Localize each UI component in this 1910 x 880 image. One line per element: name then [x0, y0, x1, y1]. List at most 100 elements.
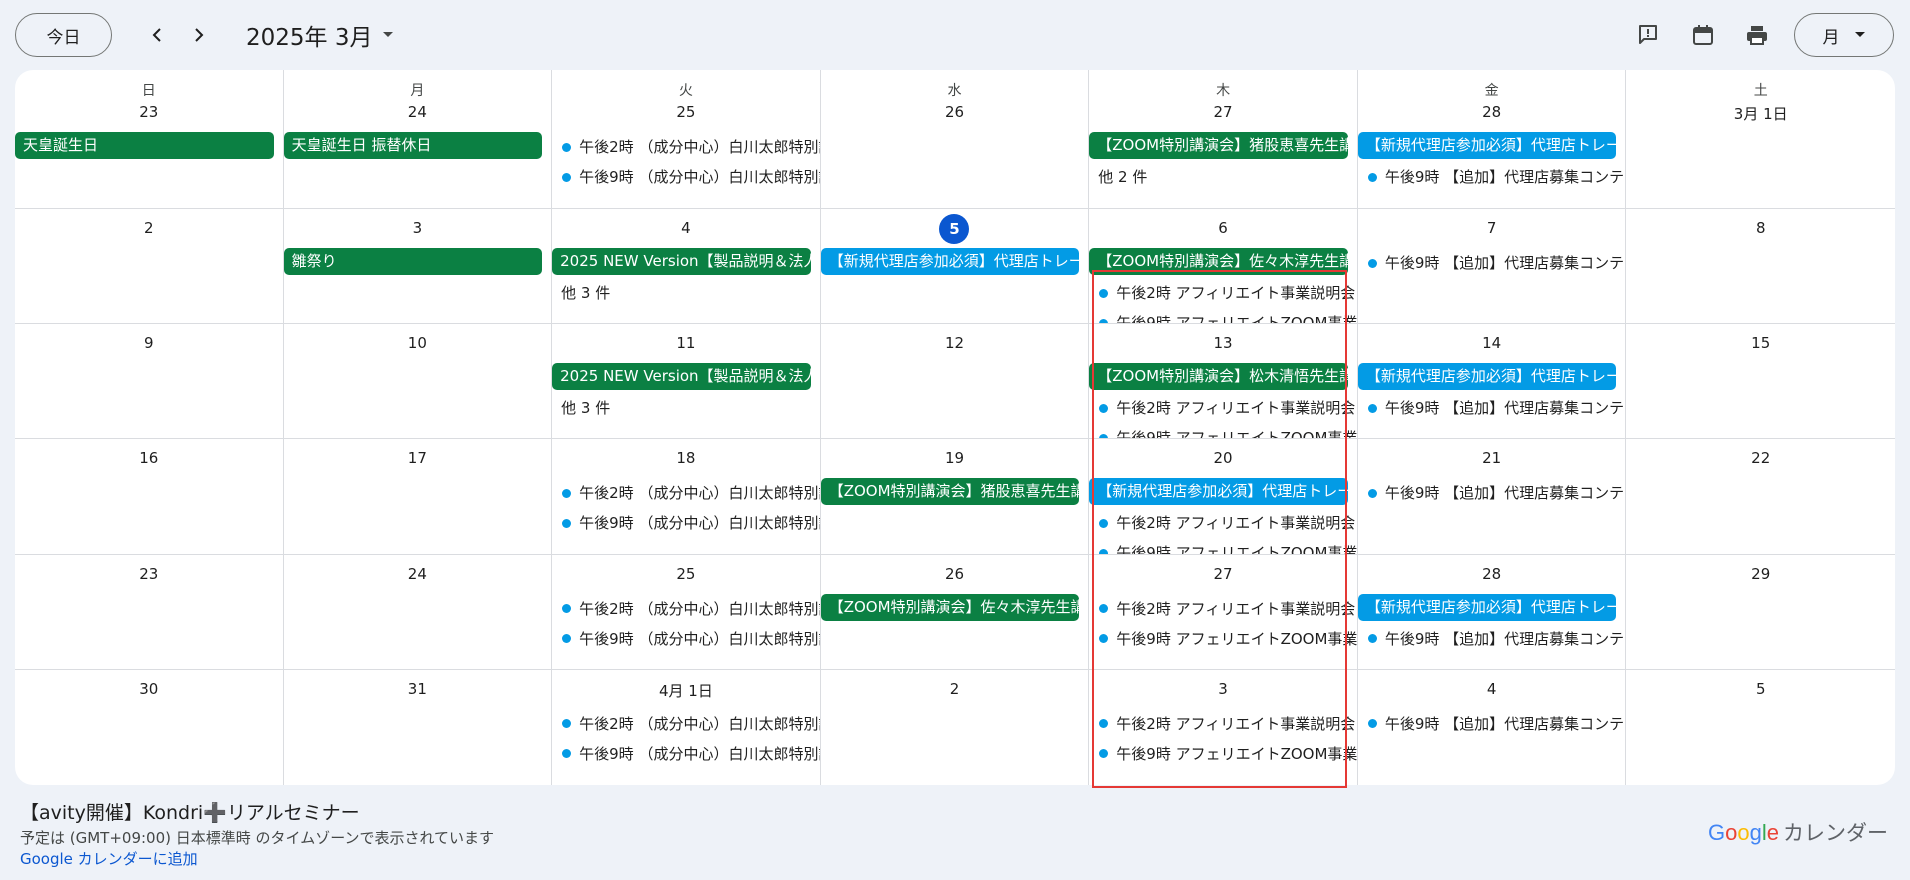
view-selector-button[interactable]: 月 [1794, 13, 1894, 57]
timed-event[interactable]: 午後9時 【追加】代理店募集コンテスト [1358, 478, 1625, 508]
event-chip[interactable]: 【ZOOM特別講演会】佐々木淳先生講演会 [1089, 248, 1348, 275]
more-events-link[interactable]: 他 3 件 [552, 393, 820, 423]
day-cell[interactable]: 4月 1日午後2時 （成分中心）白川太郎特別講演会午後9時 （成分中心）白川太郎… [552, 669, 821, 785]
day-number[interactable]: 7 [1358, 219, 1626, 237]
day-number[interactable]: 19 [821, 449, 1089, 467]
previous-month-button[interactable] [143, 20, 173, 50]
day-number[interactable]: 2 [15, 219, 283, 237]
day-cell[interactable]: 25 午後2時 （成分中心）白川太郎特別講演会午後9時 （成分中心）白川太郎特別講… [552, 554, 821, 670]
day-cell[interactable]: 20 【新規代理店参加必須】代理店トレーニング午後2時 アフィリエイト事業説明会午… [1089, 439, 1358, 555]
day-number[interactable]: 13 [1089, 334, 1357, 352]
day-number[interactable]: 6 [1089, 219, 1357, 237]
day-number[interactable]: 12 [821, 334, 1089, 352]
day-cell[interactable]: 27 午後2時 アフィリエイト事業説明会午後9時 アフェリエイトZOOM事業説明会 [1089, 554, 1358, 670]
timed-event[interactable]: 午後9時 （成分中心）白川太郎特別講演会 [552, 508, 820, 538]
day-number[interactable]: 24 [284, 103, 552, 121]
timed-event[interactable]: 午後9時 （成分中心）白川太郎特別講演会 [552, 739, 820, 769]
timed-event[interactable]: 午後2時 アフィリエイト事業説明会 [1089, 508, 1357, 538]
day-cell[interactable]: 3 雛祭り [283, 209, 553, 325]
day-number[interactable]: 3 [1089, 680, 1357, 698]
day-cell[interactable]: 土 3月 1日 [1626, 70, 1895, 209]
timed-event[interactable]: 午後2時 （成分中心）白川太郎特別講演会 [552, 709, 820, 739]
day-number[interactable]: 17 [284, 449, 552, 467]
day-cell[interactable]: 日 23 天皇誕生日 [15, 70, 284, 209]
day-cell[interactable]: 19 【ZOOM特別講演会】猪股恵喜先生講演会 [820, 439, 1090, 555]
day-cell[interactable]: 2 [15, 209, 284, 325]
day-number[interactable]: 25 [552, 565, 820, 583]
day-cell[interactable]: 9 [15, 324, 284, 440]
day-cell[interactable]: 6 【ZOOM特別講演会】佐々木淳先生講演会午後2時 アフィリエイト事業説明会午後… [1089, 209, 1358, 325]
day-number[interactable]: 20 [1089, 449, 1357, 467]
day-number[interactable]: 9 [15, 334, 283, 352]
day-cell[interactable]: 28 【新規代理店参加必須】代理店トレーニング午後9時 【追加】代理店募集コンテス… [1357, 554, 1627, 670]
event-chip[interactable]: 【新規代理店参加必須】代理店トレーニング [1357, 593, 1617, 621]
day-cell[interactable]: 4 2025 NEW Version【製品説明＆法人説明会】他 3 件 [552, 209, 821, 325]
day-cell[interactable]: 5 [1626, 670, 1895, 785]
day-number[interactable]: 5 [821, 214, 1089, 244]
event-chip[interactable]: 【ZOOM特別講演会】猪股恵喜先生講演会 [820, 478, 1080, 506]
day-number[interactable]: 15 [1626, 334, 1895, 352]
day-number[interactable]: 3 [284, 219, 552, 237]
feedback-button[interactable] [1631, 18, 1665, 52]
timed-event[interactable]: 午後2時 アフィリエイト事業説明会 [1089, 393, 1357, 423]
day-cell[interactable]: 16 [15, 439, 284, 555]
day-cell[interactable]: 18 午後2時 （成分中心）白川太郎特別講演会午後9時 （成分中心）白川太郎特別講… [552, 439, 821, 555]
day-number[interactable]: 4 [552, 219, 820, 237]
day-number[interactable]: 2 [821, 680, 1089, 698]
print-button[interactable] [1740, 18, 1774, 52]
timed-event[interactable]: 午後2時 （成分中心）白川太郎特別講演会 [552, 594, 820, 624]
day-cell[interactable]: 火 25 午後2時 （成分中心）白川太郎特別講演会午後9時 （成分中心）白川太郎特別… [552, 70, 821, 209]
add-to-google-calendar-link[interactable]: Google カレンダーに追加 [20, 848, 198, 869]
day-cell[interactable]: 木 27 【ZOOM特別講演会】猪股恵喜先生講演会他 2 件 [1089, 70, 1358, 209]
more-events-link[interactable]: 他 3 件 [552, 278, 820, 308]
day-number[interactable]: 27 [1089, 103, 1357, 121]
day-cell[interactable]: 5 【新規代理店参加必須】代理店トレーニング [820, 209, 1090, 325]
event-chip[interactable]: 【新規代理店参加必須】代理店トレーニング [1089, 478, 1348, 506]
day-number[interactable]: 23 [15, 565, 283, 583]
day-cell[interactable]: 水 26 [820, 70, 1090, 209]
day-number[interactable]: 28 [1358, 565, 1626, 583]
timed-event[interactable]: 午後9時 アフェリエイトZOOM事業説明会 [1089, 423, 1357, 439]
day-number[interactable]: 18 [552, 449, 820, 467]
today-button[interactable]: 今日 [15, 13, 112, 57]
event-chip[interactable]: 2025 NEW Version【製品説明＆法人説明会】 [552, 363, 811, 391]
timed-event[interactable]: 午後9時 アフェリエイトZOOM事業説明会 [1089, 739, 1357, 769]
day-cell[interactable]: 金 28 【新規代理店参加必須】代理店トレーニング午後9時 【追加】代理店募集コンテ… [1357, 70, 1627, 209]
event-chip[interactable]: 【ZOOM特別講演会】猪股恵喜先生講演会 [1089, 132, 1348, 159]
timed-event[interactable]: 午後9時 【追加】代理店募集コンテスト [1358, 624, 1625, 654]
day-number[interactable]: 26 [821, 565, 1089, 583]
event-chip[interactable]: 天皇誕生日 [15, 132, 274, 159]
day-number[interactable]: 5 [1626, 680, 1895, 698]
day-number[interactable]: 25 [552, 103, 820, 121]
day-cell[interactable]: 30 [15, 669, 284, 785]
day-cell[interactable]: 7 午後9時 【追加】代理店募集コンテスト [1357, 209, 1627, 325]
more-events-link[interactable]: 他 2 件 [1089, 162, 1357, 192]
timed-event[interactable]: 午後2時 アフィリエイト事業説明会 [1089, 709, 1357, 739]
day-cell[interactable]: 14 【新規代理店参加必須】代理店トレーニング午後9時 【追加】代理店募集コンテス… [1357, 324, 1627, 440]
timed-event[interactable]: 午後9時 【追加】代理店募集コンテスト [1358, 248, 1625, 278]
day-cell[interactable]: 月 24 天皇誕生日 振替休日 [283, 70, 553, 209]
day-cell[interactable]: 17 [283, 439, 553, 555]
day-number[interactable]: 10 [284, 334, 552, 352]
event-chip[interactable]: 【ZOOM特別講演会】松木清悟先生講演会 [1089, 363, 1348, 391]
day-number[interactable]: 11 [552, 334, 820, 352]
day-number[interactable]: 22 [1626, 449, 1895, 467]
event-chip[interactable]: 【新規代理店参加必須】代理店トレーニング [1357, 132, 1617, 159]
month-selector[interactable]: 2025年 3月 [246, 17, 394, 53]
day-cell[interactable]: 12 [820, 324, 1090, 440]
timed-event[interactable]: 午後9時 アフェリエイトZOOM事業説明会 [1089, 538, 1357, 554]
day-number[interactable]: 3月 1日 [1626, 103, 1895, 124]
day-cell[interactable]: 26 【ZOOM特別講演会】佐々木淳先生講演会 [820, 554, 1090, 670]
day-number[interactable]: 4 [1358, 680, 1626, 698]
event-chip[interactable]: 【ZOOM特別講演会】佐々木淳先生講演会 [820, 593, 1080, 621]
event-chip[interactable]: 天皇誕生日 振替休日 [283, 132, 543, 159]
day-number[interactable]: 27 [1089, 565, 1357, 583]
day-cell[interactable]: 24 [283, 554, 553, 670]
day-number[interactable]: 4月 1日 [552, 680, 820, 701]
day-cell[interactable]: 13 【ZOOM特別講演会】松木清悟先生講演会午後2時 アフィリエイト事業説明会午… [1089, 324, 1358, 440]
timed-event[interactable]: 午後2時 （成分中心）白川太郎特別講演会 [552, 478, 820, 508]
day-number[interactable]: 16 [15, 449, 283, 467]
day-cell[interactable]: 21 午後9時 【追加】代理店募集コンテスト [1357, 439, 1627, 555]
day-number[interactable]: 31 [284, 680, 552, 698]
day-cell[interactable]: 29 [1626, 555, 1895, 670]
